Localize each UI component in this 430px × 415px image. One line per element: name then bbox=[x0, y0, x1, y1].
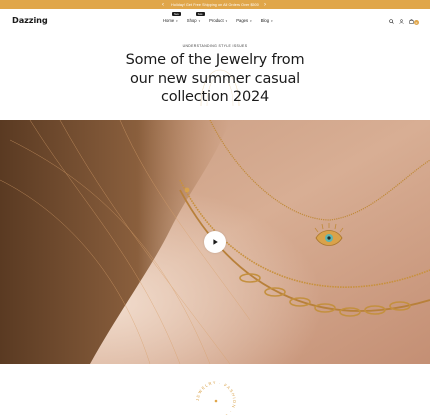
main-nav: Home ▾ New Shop ▾ Sale Product ▾ Pages ▾… bbox=[163, 12, 282, 23]
announcement-bar: ‹ Holiday! Get Free Shipping on All Orde… bbox=[0, 0, 430, 9]
seal-text: JEWELRY · FASHION · STYLE · bbox=[195, 380, 236, 415]
seal-dot bbox=[214, 399, 218, 403]
nav-item-home[interactable]: Home ▾ New bbox=[163, 12, 181, 23]
cart-count-badge: 0 bbox=[414, 20, 419, 25]
play-icon bbox=[213, 239, 218, 245]
nav-item-product[interactable]: Product ▾ bbox=[209, 18, 227, 23]
chevron-down-icon: ▾ bbox=[250, 18, 252, 23]
nav-badge-sale: Sale bbox=[195, 12, 205, 16]
chevron-right-icon[interactable]: › bbox=[264, 0, 266, 9]
hero-eyebrow: UNDERSTANDING STYLE ISSUES bbox=[182, 44, 248, 48]
nav-item-label: Pages bbox=[236, 18, 249, 23]
rotating-text-seal: JEWELRY · FASHION · STYLE · bbox=[195, 380, 237, 415]
nav-item-pages[interactable]: Pages ▾ bbox=[236, 18, 251, 23]
play-video-button[interactable] bbox=[204, 231, 226, 253]
chevron-down-icon: ▾ bbox=[198, 18, 201, 23]
nav-item-label: Blog bbox=[260, 18, 270, 23]
headline-line: collection 2024 bbox=[160, 89, 270, 105]
chevron-left-icon[interactable]: ‹ bbox=[162, 0, 164, 9]
announcement-text: Holiday! Get Free Shipping on All Orders… bbox=[171, 2, 259, 7]
site-logo[interactable]: Dazzing bbox=[12, 15, 48, 25]
site-header: Dazzing Home ▾ New Shop ▾ Sale Product ▾… bbox=[0, 9, 430, 32]
hero-section: UNDERSTANDING STYLE ISSUES Some of the J… bbox=[0, 32, 430, 120]
chevron-down-icon: ▾ bbox=[271, 18, 273, 23]
chevron-down-icon: ▾ bbox=[225, 18, 228, 23]
nav-badge-new: New bbox=[172, 12, 181, 16]
nav-item-label: Home bbox=[163, 18, 175, 23]
user-icon[interactable] bbox=[399, 19, 404, 24]
chevron-down-icon: ▾ bbox=[176, 18, 178, 23]
hero-headline: Some of the Jewelry from our new summer … bbox=[0, 51, 430, 107]
nav-item-label: Product bbox=[209, 18, 224, 23]
nav-item-shop[interactable]: Shop ▾ Sale bbox=[186, 12, 205, 23]
search-icon[interactable] bbox=[389, 19, 394, 24]
svg-text:JEWELRY · FASHION · STYLE ·: JEWELRY · FASHION · STYLE · bbox=[195, 380, 237, 415]
headline-line: Some of the Jewelry from bbox=[125, 52, 305, 68]
headline-line: our new summer casual bbox=[129, 70, 300, 87]
nav-item-blog[interactable]: Blog ▾ bbox=[261, 18, 273, 23]
nav-item-label: Shop bbox=[186, 18, 197, 23]
